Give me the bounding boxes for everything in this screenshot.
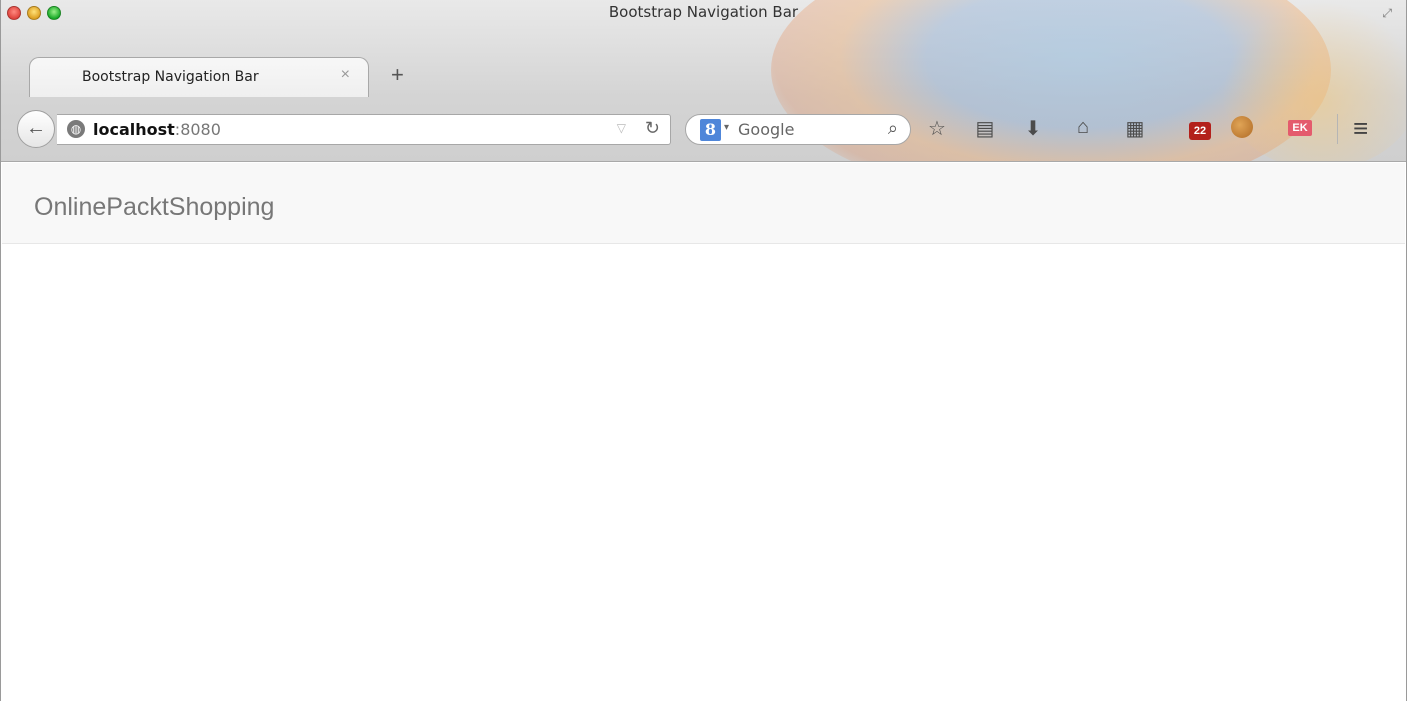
- browser-window: Bootstrap Navigation Bar ⤢ Bootstrap Nav…: [0, 0, 1407, 701]
- history-dropdown-icon[interactable]: ▽: [617, 121, 626, 135]
- engine-caret-icon[interactable]: ▾: [724, 122, 729, 133]
- toolbar-divider: [1337, 114, 1338, 144]
- home-icon[interactable]: ⌂: [1069, 116, 1097, 139]
- url-host: localhost: [93, 120, 175, 139]
- url-text[interactable]: localhost:8080: [93, 120, 221, 139]
- magnifier-icon[interactable]: ⌕: [888, 118, 898, 139]
- url-port: :8080: [174, 120, 221, 139]
- window-title: Bootstrap Navigation Bar: [608, 3, 799, 21]
- navigation-toolbar: ← ◍ localhost:8080 ▽ ↻ 8 ▾ Google ⌕ ☆ ▤ …: [1, 96, 1406, 161]
- navbar-brand[interactable]: OnlinePacktShopping: [34, 193, 274, 222]
- tab-active[interactable]: Bootstrap Navigation Bar ×: [29, 57, 369, 97]
- browser-chrome: Bootstrap Navigation Bar ⤢ Bootstrap Nav…: [1, 0, 1406, 162]
- globe-icon: ◍: [67, 120, 85, 138]
- reading-list-icon[interactable]: ▤: [971, 116, 999, 141]
- ek-extension-icon[interactable]: EK: [1288, 120, 1312, 136]
- cookie-icon[interactable]: [1231, 116, 1253, 138]
- google-engine-icon[interactable]: 8: [700, 119, 721, 141]
- search-bar[interactable]: 8 ▾ Google ⌕: [685, 114, 911, 145]
- calendar-badge-icon[interactable]: 22: [1189, 122, 1211, 140]
- search-input[interactable]: Google: [738, 120, 794, 139]
- star-icon[interactable]: ☆: [923, 116, 951, 141]
- tiles-icon[interactable]: ▦: [1121, 116, 1149, 141]
- tab-label: Bootstrap Navigation Bar: [82, 69, 259, 85]
- menu-icon[interactable]: ≡: [1353, 113, 1368, 144]
- download-icon[interactable]: ⬇: [1019, 116, 1047, 141]
- fullscreen-icon[interactable]: ⤢: [1382, 6, 1392, 21]
- back-arrow-icon: ←: [26, 117, 46, 139]
- back-button[interactable]: ←: [17, 110, 55, 148]
- close-tab-icon[interactable]: ×: [341, 66, 350, 84]
- new-tab-button[interactable]: +: [391, 62, 404, 88]
- url-bar[interactable]: ◍ localhost:8080 ▽ ↻: [57, 114, 671, 145]
- bootstrap-navbar: OnlinePacktShopping: [2, 163, 1405, 244]
- reload-icon[interactable]: ↻: [645, 118, 660, 139]
